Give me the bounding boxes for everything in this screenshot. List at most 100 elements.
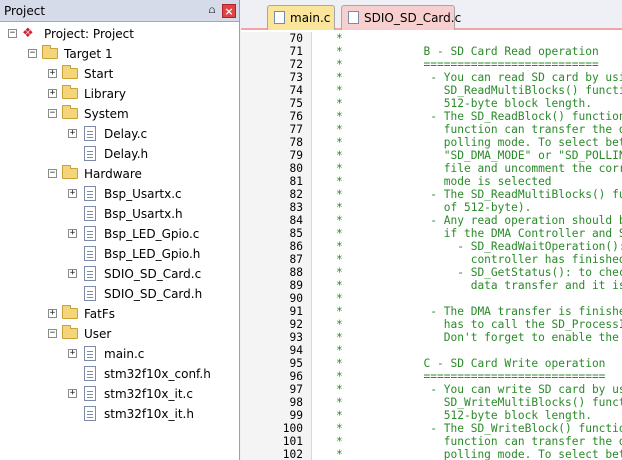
tree-item[interactable]: − Target 1 [0,44,239,64]
file-icon [84,246,96,261]
collapse-icon[interactable]: − [48,329,57,338]
code-text: * data transfer and it is [336,279,622,292]
tree-item[interactable]: + FatFs [0,304,239,324]
tree-item[interactable]: Bsp_Usartx.h [0,204,239,224]
code-line: 72 * ========================== [241,58,622,71]
code-line: 75 * 512-byte block length. [241,97,622,110]
line-number: 94 [289,344,303,357]
code-text: * - Any read operation should b [336,214,622,227]
line-number: 97 [289,383,303,396]
code-line: 98 * SD_WriteMultiBlocks() funct [241,396,622,409]
code-text: * C - SD Card Write operation [336,357,606,370]
tree-item[interactable]: − ❖ Project: Project [0,24,239,44]
code-text: * [336,32,343,45]
line-number: 77 [289,123,303,136]
tree-item[interactable]: Delay.h [0,144,239,164]
expand-icon[interactable]: + [48,89,57,98]
line-number: 91 [289,305,303,318]
code-text: * Don't forget to enable the [336,331,619,344]
line-number: 83 [289,201,303,214]
line-number: 76 [289,110,303,123]
file-icon [84,206,96,221]
tree-item[interactable]: stm32f10x_it.h [0,404,239,424]
line-number: 80 [289,162,303,175]
code-text: * [336,344,343,357]
code-text: * - The SD_ReadMultiBlocks() fu [336,188,622,201]
code-text: * - The SD_WriteBlock() functio [336,422,622,435]
tree-item[interactable]: − System [0,104,239,124]
code-text: * - SD_GetStatus(): to check [336,266,622,279]
tree-item[interactable]: + stm32f10x_it.c [0,384,239,404]
code-text: * SD_ReadMultiBlocks() functi [336,84,622,97]
tree-item-label: Project: Project [44,27,134,41]
file-icon [84,366,96,381]
line-number: 74 [289,84,303,97]
tree-item[interactable]: + main.c [0,344,239,364]
tree-item[interactable]: + Library [0,84,239,104]
collapse-icon[interactable]: − [48,169,57,178]
line-number: 87 [289,253,303,266]
tree-item[interactable]: + Start [0,64,239,84]
tree-item[interactable]: stm32f10x_conf.h [0,364,239,384]
tree-item-label: Delay.c [104,127,148,141]
tree-item[interactable]: + Bsp_Usartx.c [0,184,239,204]
expand-icon[interactable]: + [48,309,57,318]
editor-tabbar: main.c SDIO_SD_Card.c [241,0,622,30]
code-line: 77 * function can transfer the d [241,123,622,136]
code-line: 94 * [241,344,622,357]
code-line: 97 * - You can write SD card by us [241,383,622,396]
line-number: 100 [282,422,303,435]
tree-item[interactable]: + Delay.c [0,124,239,144]
expand-icon[interactable]: + [68,269,77,278]
collapse-icon[interactable]: − [8,29,17,38]
line-number: 79 [289,149,303,162]
editor-area: main.c SDIO_SD_Card.c 70 * 71 * B - SD Card… [241,0,622,460]
line-number: 84 [289,214,303,227]
code-line: 85 * if the DMA Controller and S [241,227,622,240]
expand-icon[interactable]: + [48,69,57,78]
expand-icon[interactable]: + [68,229,77,238]
collapse-icon[interactable]: − [48,109,57,118]
expand-icon[interactable]: + [68,189,77,198]
code-line: 78 * polling mode. To select bet [241,136,622,149]
code-editor[interactable]: 70 * 71 * B - SD Card Read operation 72 * ===… [241,32,622,460]
close-icon[interactable]: × [222,4,236,18]
tree-item[interactable]: Bsp_LED_Gpio.h [0,244,239,264]
expand-icon[interactable]: + [68,129,77,138]
code-line: 96 * =========================== [241,370,622,383]
code-line: 84 * - Any read operation should b [241,214,622,227]
code-text: * controller has finished [336,253,622,266]
expand-icon[interactable]: + [68,349,77,358]
code-text: * "SD_DMA_MODE" or "SD_POLLIN [336,149,622,162]
code-line: 91 * - The DMA transfer is finishe [241,305,622,318]
code-text: * ========================== [336,58,599,71]
code-text: * mode is selected [336,175,552,188]
tab-main-c[interactable]: main.c [267,5,335,30]
tree-item[interactable]: + SDIO_SD_Card.c [0,264,239,284]
file-icon [348,11,359,24]
code-text: * function can transfer the d [336,435,622,448]
expand-icon[interactable]: + [68,389,77,398]
line-number: 82 [289,188,303,201]
line-number: 96 [289,370,303,383]
tree-item[interactable]: + Bsp_LED_Gpio.c [0,224,239,244]
tree-item[interactable]: − User [0,324,239,344]
tree-item-label: User [84,327,112,341]
project-panel-title: Project [4,4,46,18]
tree-item-label: SDIO_SD_Card.c [104,267,202,281]
code-text: * if the DMA Controller and S [336,227,622,240]
code-text: * function can transfer the d [336,123,622,136]
code-text: * 512-byte block length. [336,409,592,422]
tree-item[interactable]: SDIO_SD_Card.h [0,284,239,304]
code-line: 88 * - SD_GetStatus(): to check [241,266,622,279]
line-number: 101 [282,435,303,448]
line-number: 78 [289,136,303,149]
tree-item-label: Bsp_LED_Gpio.c [104,227,200,241]
code-line: 73 * - You can read SD card by usi [241,71,622,84]
pin-icon[interactable]: ⩍ [205,4,219,18]
code-line: 95 * C - SD Card Write operation [241,357,622,370]
tree-item[interactable]: − Hardware [0,164,239,184]
tab-sdio-sd-card-c[interactable]: SDIO_SD_Card.c [341,5,461,30]
line-number: 95 [289,357,303,370]
collapse-icon[interactable]: − [28,49,37,58]
